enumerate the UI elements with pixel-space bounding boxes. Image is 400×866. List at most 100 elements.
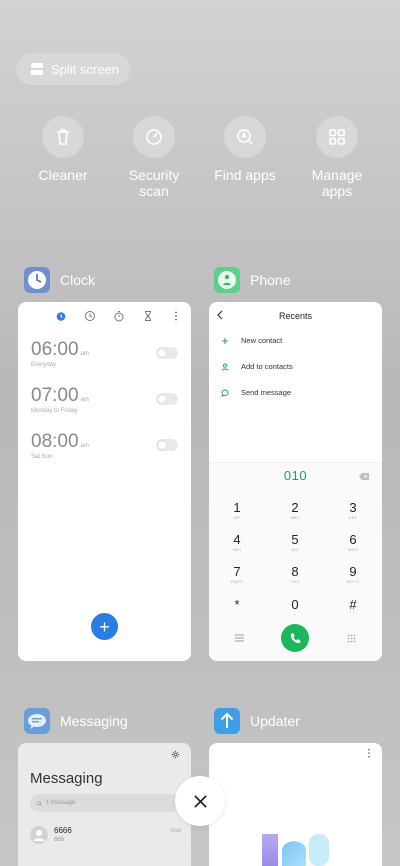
dial-key[interactable]: # [333,598,373,612]
new-contact-item[interactable]: New contact [221,336,282,345]
phone-app-header[interactable]: Phone [214,267,290,293]
dialed-number: 010 [283,468,308,483]
clock-app-header[interactable]: Clock [24,267,95,293]
security-scan-button[interactable]: Security scan [109,116,199,199]
message-search-field[interactable]: 1 message [30,794,179,812]
manage-apps-label: Manage apps [311,167,363,199]
updater-app-header[interactable]: Updater [214,708,300,734]
dialpad-grid-icon[interactable] [347,634,356,643]
send-message-item[interactable]: Send message [221,388,291,397]
alarm-time: 08:00 [31,431,79,452]
conversation-preview: 666 [54,837,65,843]
alarm-repeat: Everyday [31,362,57,368]
clock-tabs [18,310,191,324]
dialpad: 010 1 GP 2 ABC 3 DEF 4 GHI 5 JKL 6 MNO 7 PQRS 8… [209,462,382,661]
key-digit: 3 [349,500,357,515]
send-message-label: Send message [241,388,292,397]
menu-icon[interactable] [235,634,244,642]
add-to-contacts-item[interactable]: Add to contacts [221,362,293,371]
clock-app-card[interactable]: 06:00 am Everyday 07:00 am Monday to Frida… [18,302,191,661]
dial-key[interactable]: 4 GHI [217,533,257,553]
split-screen-icon [31,63,43,75]
settings-gear-icon[interactable] [171,750,180,759]
more-options-icon[interactable] [170,310,182,322]
clock-app-icon [24,267,50,293]
split-screen-button[interactable]: Split screen [16,53,130,85]
key-letters: TUV [290,579,300,584]
messaging-app-header[interactable]: Messaging [24,708,128,734]
key-letters: PQRS [230,579,244,584]
cleaner-label: Cleaner [38,167,88,183]
timer-tab-icon[interactable] [142,310,154,322]
manage-apps-button[interactable]: Manage apps [292,116,382,199]
alarm-ampm: am [80,443,89,449]
alarm-time: 06:00 [31,339,79,360]
conversation-contact: 6666 [54,826,72,835]
key-letters: JKL [291,547,299,552]
updater-app-icon [214,708,240,734]
split-screen-label: Split screen [51,61,119,77]
key-letters: WXYZ [346,579,360,584]
dial-key[interactable]: 7 PQRS [217,565,257,585]
call-button[interactable] [281,624,309,652]
key-letters: ABC [290,515,300,520]
more-options-icon[interactable] [366,748,372,758]
updater-app-card[interactable] [209,743,382,866]
alarm-tab-icon[interactable] [55,310,67,322]
alarm-toggle[interactable] [156,347,178,359]
key-digit: 2 [291,500,299,515]
dial-key[interactable]: 9 WXYZ [333,565,373,585]
dial-key[interactable]: 6 MNO [333,533,373,553]
conversation-status: Draft [170,828,181,834]
quick-tools: Cleaner Security scan Find apps Manage a… [0,116,400,206]
key-letters: GP [233,515,241,520]
key-digit: 4 [233,532,241,547]
backspace-icon[interactable] [359,473,369,480]
dial-key[interactable]: * [217,598,257,612]
plus-icon [222,337,228,344]
dial-key[interactable]: 5 JKL [275,533,315,553]
key-digit: 8 [291,564,299,579]
dial-key[interactable]: 1 GP [217,501,257,521]
gauge-icon [146,129,162,145]
key-letters: DEF [348,515,358,520]
alarm-toggle[interactable] [156,439,178,451]
messaging-app-icon [24,708,50,734]
new-contact-label: New contact [241,336,283,345]
key-digit: 1 [233,500,241,515]
alarm-toggle[interactable] [156,393,178,405]
search-apps-icon [237,129,253,145]
search-placeholder: 1 message [46,800,76,806]
trash-icon [57,129,69,145]
cleaner-button[interactable]: Cleaner [18,116,108,183]
search-icon [37,800,42,806]
dial-key[interactable]: 3 DEF [333,501,373,521]
key-digit: 7 [233,564,241,579]
key-letters: MNO [347,547,359,552]
stopwatch-tab-icon[interactable] [113,310,125,322]
key-digit: * [234,597,240,612]
close-all-button[interactable] [175,776,225,826]
conversation-row[interactable]: 6666 666 Draft [30,823,181,847]
phone-call-icon [290,632,300,643]
alarm-repeat: Sat Sun [31,454,53,460]
find-apps-button[interactable]: Find apps [200,116,290,183]
dial-key[interactable]: 2 ABC [275,501,315,521]
dial-key[interactable]: 8 TUV [275,565,315,585]
alarm-ampm: am [80,351,89,357]
messaging-app-card[interactable]: Messaging 1 message 6666 666 Draft [18,743,191,866]
world-clock-tab-icon[interactable] [84,310,96,322]
key-digit: 5 [291,532,299,547]
miui-logo-graphic [262,834,329,866]
security-scan-label: Security scan [128,167,180,199]
phone-app-card[interactable]: Recents New contact Add to contacts Send… [209,302,382,661]
person-icon [221,363,229,371]
phone-page-title: Recents [278,311,313,321]
chat-bubble-icon [221,389,229,397]
avatar [30,826,48,844]
dial-key[interactable]: 0 + [275,598,315,618]
key-digit: 6 [349,532,357,547]
phone-app-name: Phone [250,272,291,288]
add-alarm-button[interactable]: + [91,613,118,640]
close-icon [193,794,207,808]
